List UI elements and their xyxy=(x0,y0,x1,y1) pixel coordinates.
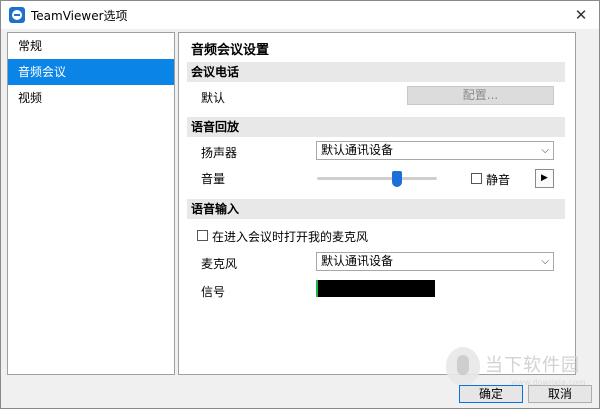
speaker-select-value: 默认通讯设备 xyxy=(321,143,394,157)
open-mic-checkbox[interactable] xyxy=(197,230,208,241)
signal-meter xyxy=(316,280,435,297)
volume-slider-track[interactable] xyxy=(317,177,437,180)
watermark-text: 当下软件园 xyxy=(485,355,580,376)
mic-label: 麦克风 xyxy=(201,257,238,271)
teamviewer-icon xyxy=(9,7,25,23)
close-button[interactable]: ✕ xyxy=(571,5,591,25)
sidebar: 常规 音频会议 视频 xyxy=(7,32,175,375)
open-mic-label: 在进入会议时打开我的麦克风 xyxy=(212,230,369,244)
sidebar-item-video[interactable]: 视频 xyxy=(8,85,174,111)
window-title: TeamViewer选项 xyxy=(31,8,128,23)
mic-select[interactable]: 默认通讯设备 ⌵ xyxy=(316,252,554,271)
section-header-playback: 语音回放 xyxy=(187,117,565,137)
play-test-button[interactable]: ▶ xyxy=(535,169,554,188)
ok-button[interactable]: 确定 xyxy=(459,385,523,403)
cancel-button[interactable]: 取消 xyxy=(528,385,592,403)
signal-label: 信号 xyxy=(201,285,226,299)
watermark-logo xyxy=(446,347,480,385)
watermark-url: www.downxia.com xyxy=(511,378,586,387)
volume-slider-thumb[interactable] xyxy=(392,171,403,187)
mute-checkbox[interactable] xyxy=(471,173,482,184)
volume-label: 音量 xyxy=(201,172,226,186)
chevron-down-icon: ⌵ xyxy=(541,145,549,156)
play-icon: ▶ xyxy=(541,173,548,183)
mic-select-value: 默认通讯设备 xyxy=(321,254,394,268)
mute-label: 静音 xyxy=(486,173,511,187)
section-header-phone: 会议电话 xyxy=(187,62,565,82)
title-bar: TeamViewer选项 ✕ xyxy=(1,1,599,29)
page-title: 音频会议设置 xyxy=(191,43,270,58)
chevron-down-icon: ⌵ xyxy=(541,256,549,267)
section-header-input: 语音输入 xyxy=(187,199,565,219)
options-window: TeamViewer选项 ✕ 常规 音频会议 视频 音频会议设置 会议电话 默认… xyxy=(0,0,600,409)
sidebar-item-general[interactable]: 常规 xyxy=(8,33,174,59)
speaker-label: 扬声器 xyxy=(201,146,238,160)
settings-panel: 音频会议设置 会议电话 默认 配置... 语音回放 扬声器 默认通讯设备 ⌵ 音… xyxy=(178,32,576,375)
speaker-select[interactable]: 默认通讯设备 ⌵ xyxy=(316,141,554,160)
configure-button[interactable]: 配置... xyxy=(407,86,554,105)
sidebar-item-audio-conference[interactable]: 音频会议 xyxy=(8,59,174,85)
default-label: 默认 xyxy=(201,91,226,105)
